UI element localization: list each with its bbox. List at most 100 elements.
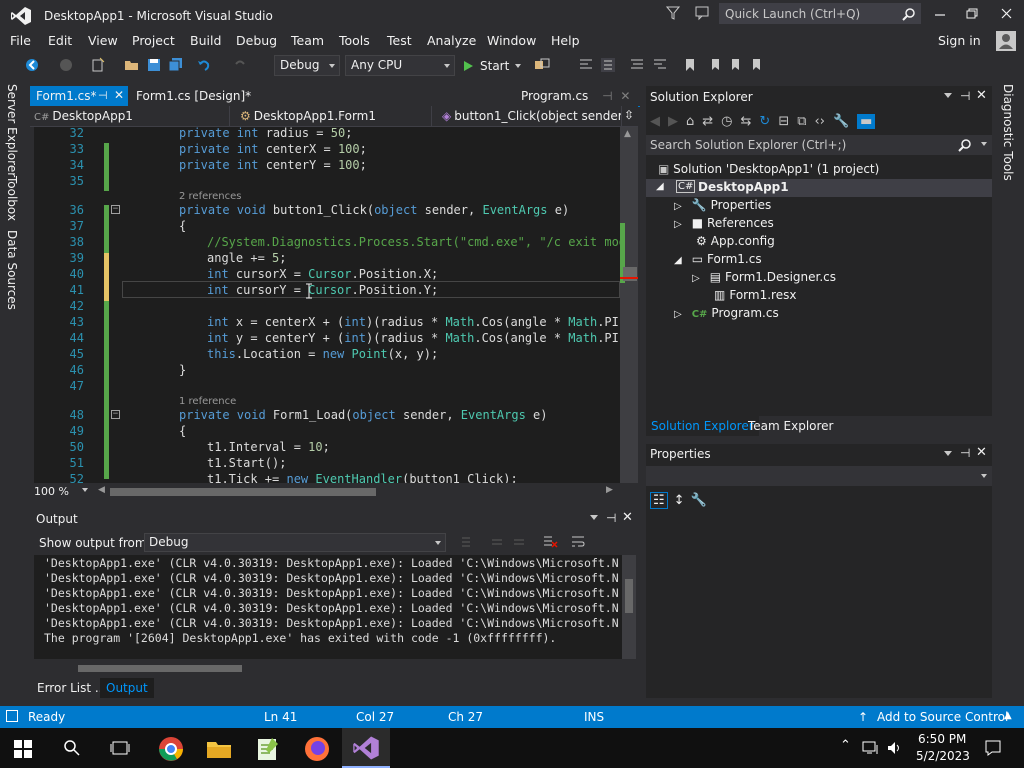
- close-icon[interactable]: ✕: [114, 88, 124, 102]
- collapsed-arrow-icon[interactable]: ▷: [674, 201, 682, 212]
- find-message-icon[interactable]: [460, 535, 474, 549]
- tree-item-properties[interactable]: ▷ 🔧 Properties: [674, 198, 771, 212]
- tree-item-solution[interactable]: ▣ Solution 'DesktopApp1' (1 project): [658, 162, 879, 176]
- tab-form1-design[interactable]: Form1.cs [Design]*: [130, 86, 257, 106]
- split-icon[interactable]: ⇳: [624, 108, 634, 122]
- notifications-icon[interactable]: [984, 739, 1002, 757]
- expanded-arrow-icon[interactable]: ◢: [656, 181, 664, 192]
- sync-icon[interactable]: ⇄: [702, 114, 713, 129]
- sign-in-link[interactable]: Sign in: [938, 33, 981, 48]
- search-icon[interactable]: [958, 138, 972, 152]
- word-wrap-icon[interactable]: [570, 534, 586, 550]
- bookmark-next-icon[interactable]: [728, 57, 744, 73]
- tab-output[interactable]: Output: [100, 678, 154, 698]
- close-icon[interactable]: ✕: [976, 88, 987, 103]
- horizontal-scroll-thumb[interactable]: [78, 665, 242, 672]
- windows-start-icon[interactable]: [14, 740, 32, 758]
- preview-icon[interactable]: ▬: [857, 113, 876, 129]
- tab-program-cs[interactable]: Program.cs ⊣ ✕: [515, 86, 642, 114]
- tree-item-form1-designer[interactable]: ▷ ▤ Form1.Designer.cs: [692, 270, 836, 284]
- chevron-down-icon[interactable]: [944, 451, 952, 456]
- taskbar-vs-active[interactable]: [342, 728, 390, 768]
- close-icon[interactable]: ✕: [976, 445, 987, 460]
- diagnostic-tools-tab[interactable]: Diagnostic Tools: [1001, 84, 1015, 181]
- add-source-control-button[interactable]: Add to Source Control: [877, 710, 1008, 724]
- back-icon[interactable]: ◀: [650, 114, 660, 129]
- tab-team-explorer[interactable]: Team Explorer: [748, 419, 834, 433]
- code-lens-references[interactable]: 2 references: [179, 191, 242, 202]
- pin-icon[interactable]: ⊣: [960, 89, 970, 103]
- start-button[interactable]: Start: [462, 56, 522, 76]
- collapsed-arrow-icon[interactable]: ▷: [674, 219, 682, 230]
- menu-edit[interactable]: Edit: [48, 33, 72, 48]
- prev-message-icon[interactable]: [490, 535, 504, 549]
- menu-file[interactable]: File: [10, 33, 31, 48]
- class-dropdown[interactable]: ⚙ DesktopApp1.Form1: [236, 106, 432, 126]
- undo-icon[interactable]: [196, 57, 212, 73]
- chevron-down-icon[interactable]: [515, 64, 522, 68]
- redo-icon[interactable]: [232, 57, 248, 73]
- volume-icon[interactable]: [886, 740, 904, 756]
- menu-window[interactable]: Window: [487, 33, 536, 48]
- expanded-arrow-icon[interactable]: ◢: [674, 255, 682, 266]
- refresh-icon[interactable]: ↻: [759, 114, 770, 129]
- pin-icon[interactable]: ⊣: [606, 511, 616, 525]
- network-icon[interactable]: [862, 740, 880, 756]
- clock-date[interactable]: 5/2/2023: [916, 749, 970, 763]
- chevron-down-icon[interactable]: [590, 515, 598, 520]
- project-dropdown[interactable]: C# DesktopApp1: [30, 106, 230, 126]
- output-text[interactable]: 'DesktopApp1.exe' (CLR v4.0.30319: Deskt…: [34, 555, 622, 659]
- solution-search-input[interactable]: Search Solution Explorer (Ctrl+;): [646, 135, 992, 155]
- bookmark-clear-icon[interactable]: [750, 57, 766, 73]
- tab-solution-explorer[interactable]: Solution Explorer: [646, 416, 759, 436]
- bookmark-icon[interactable]: [682, 57, 698, 73]
- scroll-left-icon[interactable]: ◀: [98, 485, 105, 495]
- tree-item-app-config[interactable]: ⚙ App.config: [696, 234, 775, 248]
- tab-form1-cs[interactable]: Form1.cs* ⊣ ✕: [30, 86, 128, 106]
- file-explorer-icon[interactable]: [204, 734, 234, 764]
- pin-icon[interactable]: ⊣: [98, 89, 108, 102]
- filter-icon[interactable]: [666, 6, 680, 20]
- chevron-down-icon[interactable]: [944, 93, 952, 98]
- save-icon[interactable]: [146, 57, 162, 73]
- pin-icon[interactable]: ⊣: [602, 89, 612, 103]
- horizontal-scroll-thumb[interactable]: [110, 488, 376, 496]
- history-icon[interactable]: ◷: [721, 114, 732, 129]
- quick-launch-input[interactable]: Quick Launch (Ctrl+Q): [719, 3, 921, 24]
- feedback-icon[interactable]: [694, 5, 710, 21]
- data-sources-tab[interactable]: Data Sources: [5, 230, 19, 310]
- chrome-icon[interactable]: [156, 734, 186, 764]
- forward-icon[interactable]: ▶: [668, 114, 678, 129]
- member-dropdown[interactable]: ◈button1_Click(object sender, Ev: [438, 106, 622, 126]
- toolbox-tab[interactable]: Toolbox: [5, 176, 19, 221]
- categorized-icon[interactable]: ☷: [650, 492, 668, 509]
- pending-changes-icon[interactable]: ⇆: [741, 114, 752, 129]
- tree-item-references[interactable]: ▷ ■ References: [674, 216, 774, 230]
- collapse-all-icon[interactable]: ⊟: [778, 114, 789, 129]
- next-message-icon[interactable]: [512, 535, 526, 549]
- menu-build[interactable]: Build: [190, 33, 221, 48]
- chevron-down-icon[interactable]: [981, 142, 987, 146]
- code-editor[interactable]: − − 32 private int radius = 50; 33 private…: [34, 127, 620, 483]
- indent-icon[interactable]: [600, 57, 616, 73]
- back-icon[interactable]: [24, 57, 40, 73]
- output-horizontal-scrollbar[interactable]: [34, 661, 636, 675]
- attach-icon[interactable]: [534, 57, 550, 73]
- firefox-icon[interactable]: [302, 734, 332, 764]
- tree-item-form1-resx[interactable]: ▥ Form1.resx: [714, 288, 796, 302]
- menu-test[interactable]: Test: [387, 33, 412, 48]
- close-icon[interactable]: ✕: [620, 89, 630, 103]
- zoom-level[interactable]: 100 %: [34, 485, 69, 498]
- task-view-icon[interactable]: [110, 739, 130, 757]
- align-icon[interactable]: [578, 57, 594, 73]
- menu-team[interactable]: Team: [291, 33, 324, 48]
- editor-vertical-scrollbar[interactable]: ▲: [620, 127, 638, 483]
- properties-icon[interactable]: 🔧: [833, 114, 849, 129]
- property-pages-icon[interactable]: 🔧: [691, 493, 707, 508]
- search-icon[interactable]: [902, 7, 916, 21]
- restore-icon[interactable]: [962, 6, 982, 22]
- new-project-icon[interactable]: [90, 57, 106, 73]
- output-source-dropdown[interactable]: Debug: [144, 533, 446, 552]
- code-lens-references[interactable]: 1 reference: [179, 396, 236, 407]
- chevron-down-icon[interactable]: [82, 488, 88, 492]
